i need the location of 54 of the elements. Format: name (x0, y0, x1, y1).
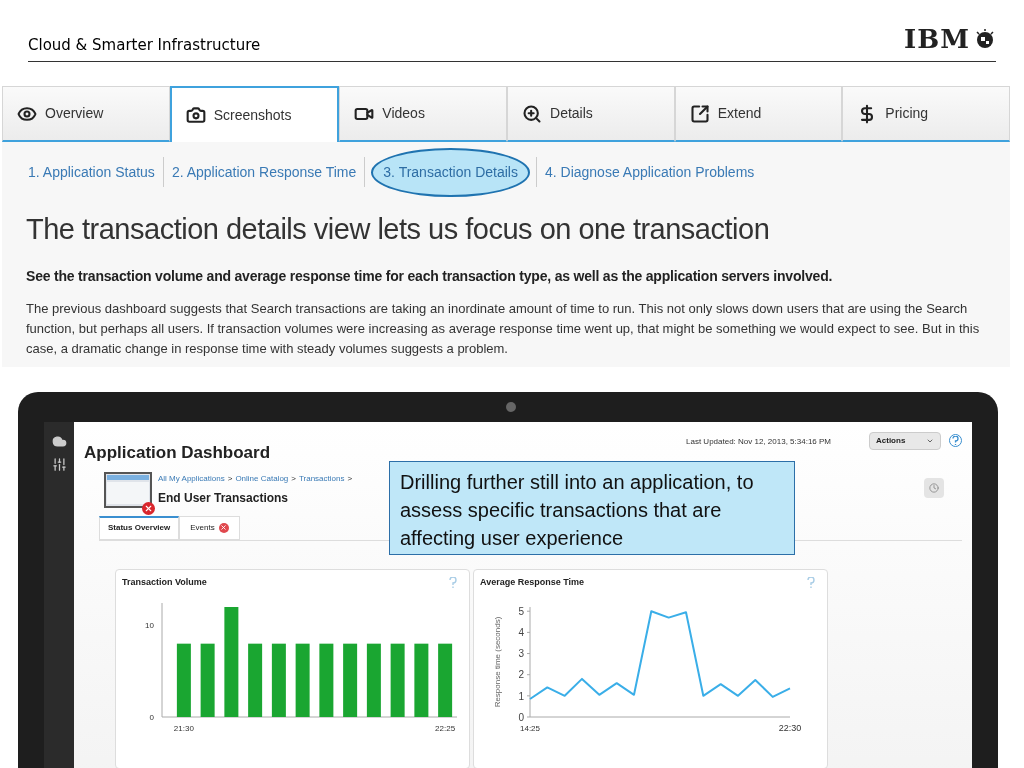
page-title: End User Transactions (158, 489, 290, 507)
tab[interactable]: Pricing (842, 86, 1011, 142)
subheading: See the transaction volume and average response time for each transaction type, as well as the application servers involved. (26, 266, 834, 286)
dashboard-tab[interactable]: Events (179, 515, 240, 540)
magnifier-icon (522, 103, 542, 124)
y-tick-label: 2 (518, 669, 524, 681)
tab[interactable]: Overview (2, 86, 170, 142)
dashboard-tab[interactable]: Status Overview (99, 515, 180, 540)
application-window-icon (104, 471, 152, 508)
header-title: Cloud & Smarter Infrastructure (28, 34, 261, 56)
y-tick-label: 0 (518, 711, 524, 723)
tab[interactable]: Details (507, 86, 675, 142)
globe-icon (974, 28, 996, 50)
y-axis-label: Response time (seconds) (493, 616, 502, 708)
step-link[interactable]: 2. Application Response Time (169, 161, 359, 183)
x-tick-label: 22:30 (778, 723, 802, 733)
x-tick-label: 14:25 (520, 724, 540, 733)
breadcrumb-link[interactable]: All My Applications (158, 472, 225, 485)
sliders-icon[interactable] (51, 457, 67, 472)
y-tick-label: 0 (149, 713, 154, 722)
callout-box: Drilling further still into an application, to assess specific transactions that are affecting user experience (389, 461, 795, 555)
clock-icon (929, 482, 939, 493)
last-updated: Last Updated: Nov 12, 2013, 5:34:16 PM (686, 436, 831, 448)
description-paragraph: The previous dashboard suggests that Search transactions are taking an inordinate amount of time to run. This not only slows down users that are using the Search function, but perhaps all users. If transaction volumes were increasing as average response time went up, that might be something we would expect to see. But in this case, a dramatic change in response time with steady volumes suggests a problem. (26, 299, 981, 358)
step-link[interactable]: 1. Application Status (26, 161, 157, 183)
chart-title: Transaction Volume (122, 575, 207, 589)
y-tick-label: 4 (518, 627, 524, 639)
breadcrumb-separator: > (347, 472, 353, 485)
actions-dropdown[interactable]: Actions (869, 432, 941, 450)
breadcrumb-link[interactable]: Transactions (298, 472, 345, 485)
tab[interactable]: Videos (339, 86, 507, 142)
refresh-button[interactable] (924, 477, 944, 498)
x-tick-label: 22:25 (435, 724, 456, 733)
y-tick-label: 10 (145, 621, 154, 631)
y-tick-label: 5 (518, 606, 524, 617)
step-link[interactable]: 3. Transaction Details (371, 147, 530, 197)
ibm-logo: IBM (904, 26, 970, 52)
page-heading: The transaction details view lets us focus on one transaction (26, 212, 771, 247)
y-tick-label: 1 (518, 690, 524, 702)
tab[interactable]: Screenshots (169, 86, 340, 142)
external-link-icon (689, 103, 710, 124)
y-tick-label: 3 (518, 648, 524, 660)
x-tick-label: 21:30 (173, 724, 194, 733)
breadcrumb-separator: > (291, 472, 296, 485)
step-link[interactable]: 4. Diagnose Application Problems (542, 161, 757, 183)
caret-icon (926, 437, 934, 445)
help-icon[interactable] (949, 434, 962, 447)
breadcrumb-link[interactable]: Online Catalog (235, 472, 289, 485)
tab[interactable]: Extend (674, 86, 843, 142)
dashboard-title: Application Dashboard (84, 442, 271, 464)
cloud-icon[interactable] (51, 434, 67, 449)
breadcrumb-separator: > (227, 472, 233, 485)
camera-icon (185, 105, 206, 125)
chart-title: Average Response Time (480, 575, 585, 589)
